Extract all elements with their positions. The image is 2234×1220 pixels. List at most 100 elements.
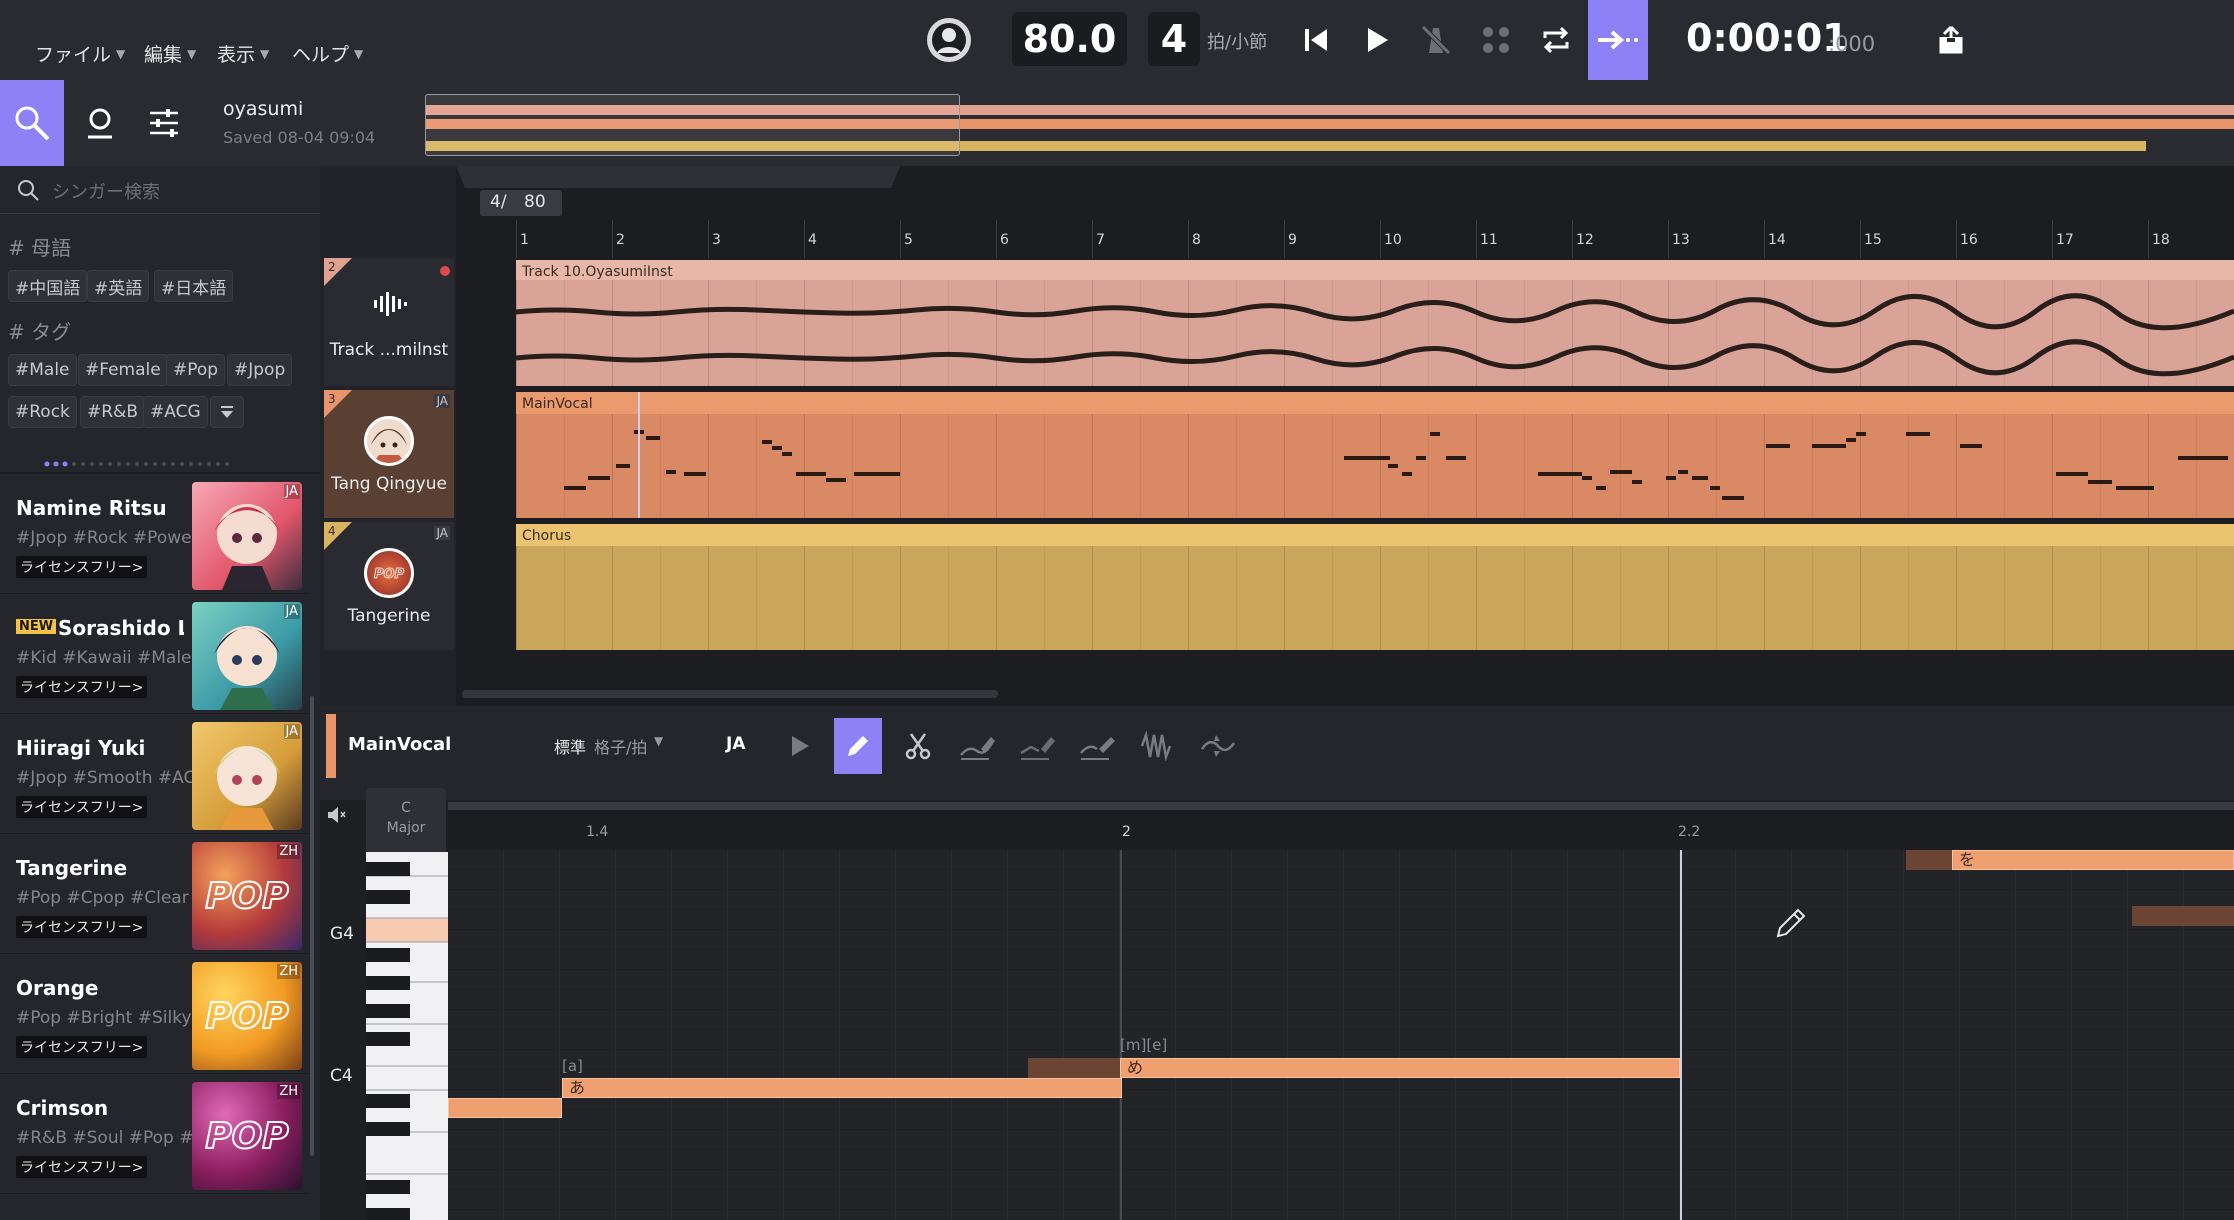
note-grid[interactable]: [a] あ [m][e] め を [448,850,2234,1220]
note-prev-body[interactable] [448,1098,562,1118]
bar-number: 14 [1768,232,1786,248]
metronome-off-icon [1421,25,1451,55]
license-link[interactable]: ライセンスフリー> [16,916,148,938]
metronome-avatar-button[interactable] [923,14,975,66]
mixer-tab[interactable] [132,80,196,166]
menu-view[interactable]: 表示 ▼ [217,40,269,67]
beats-display[interactable]: 4 [1148,12,1200,66]
snap-button[interactable] [1470,14,1522,66]
tag-acg[interactable]: #ACG [143,396,208,428]
pitch-smooth-tool[interactable] [1194,718,1242,774]
time-display: 0:00:01 [1686,16,1849,60]
singer-list-scrollbar[interactable] [310,696,314,1156]
export-button[interactable] [1925,14,1977,66]
note-a[interactable]: あ [562,1078,1122,1098]
tag-male[interactable]: #Male [8,354,77,386]
track-header-chorus[interactable]: 4 JA POP Tangerine [324,522,454,650]
singer-card-orange[interactable]: Orange #Pop #Bright #Silky ライセンスフリー> POP… [0,954,310,1074]
grid-dropdown-caret[interactable]: ▼ [654,734,663,748]
singer-tags: #R&B #Soul #Pop #r [16,1128,192,1148]
tag-rnb[interactable]: #R&B [80,396,145,428]
clip-grid-line [1956,280,1957,386]
clip-chorus[interactable]: Chorus [516,524,2234,650]
piano-keyboard[interactable] [366,852,448,1220]
tempo-display[interactable]: 80.0 [1012,12,1127,66]
tag-japanese[interactable]: #日本語 [154,270,234,302]
overview-bar[interactable] [420,80,2234,166]
clip-grid-line [1764,546,1765,650]
clip-grid-line [1908,546,1909,650]
tag-chinese[interactable]: #中国語 [8,270,88,302]
timeline-ruler[interactable]: 4/ 80 1 2 3 4 5 6 7 8 9 10 11 12 13 14 15 16 17 18 [456,166,2234,258]
follow-playhead-button[interactable] [1588,0,1648,80]
tag-female[interactable]: #Female [78,354,168,386]
clip-vocal[interactable]: MainVocal [516,392,2234,518]
pitch-label-g4: G4 [330,924,354,944]
metronome-button[interactable] [1410,14,1462,66]
lyric-lang-select[interactable]: JA [726,734,745,754]
license-link[interactable]: ライセンスフリー> [16,796,148,818]
grid-mode-select[interactable]: 標準 [554,734,586,758]
clip-grid-line [708,280,709,386]
singer-card-tangerine[interactable]: Tangerine #Pop #Cpop #Clear ライセンスフリー> PO… [0,834,310,954]
singer-search[interactable]: シンガー検索 [0,166,320,214]
piano-roll[interactable]: C Major 1.4 2 2.2 G4 C4 [a] あ [m][e] め を [320,786,2234,1220]
project-name: oyasumi [223,98,304,120]
license-link[interactable]: ライセンスフリー> [16,1156,148,1178]
singer-card-hiiragi-yuki[interactable]: Hiiragi Yuki #Jpop #Smooth #AC ライセンスフリー>… [0,714,310,834]
scissors-tool[interactable] [894,718,942,774]
tag-english[interactable]: #英語 [87,270,150,302]
tag-pop[interactable]: #Pop [166,354,226,386]
clip-grid-line [564,546,565,650]
singer-card-crimson[interactable]: Crimson #R&B #Soul #Pop #r ライセンスフリー> POP… [0,1074,310,1194]
expand-tags-button[interactable] [210,396,244,428]
singer-profile-tab[interactable] [68,80,132,166]
license-link[interactable]: ライセンスフリー> [16,676,148,698]
language-badge: JA [283,604,300,619]
clip-audio[interactable]: Track 10.OyasumiInst [516,260,2234,386]
key-selector[interactable]: C Major [366,788,446,858]
note-me[interactable]: め [1120,1058,1680,1078]
select-tool[interactable] [776,718,824,774]
track-header-audio[interactable]: 2 Track ...milnst [324,258,454,386]
bar-tick [1572,220,1573,258]
pitch-erase-tool[interactable] [1074,718,1122,774]
pitch-draw-tool[interactable] [954,718,1002,774]
ruler-loop-region[interactable] [456,166,900,188]
rewind-button[interactable] [1290,14,1342,66]
grid-unit-select[interactable]: 格子/拍 [594,734,647,758]
chevron-down-icon [221,406,233,418]
tag-rock[interactable]: #Rock [8,396,77,428]
pitch-line-tool[interactable] [1014,718,1062,774]
tag-jpop[interactable]: #Jpop [227,354,293,386]
pianoroll-h-scrollbar[interactable] [448,802,2234,810]
clip-grid-line [1332,546,1333,650]
singer-card-namine-ritsu[interactable]: Namine Ritsu #Jpop #Rock #Powe ライセンスフリー>… [0,474,310,594]
menu-file[interactable]: ファイル ▼ [35,40,125,67]
note-wo[interactable]: を [1952,850,2234,870]
license-link[interactable]: ライセンスフリー> [16,556,148,578]
pianoroll-ruler[interactable]: 1.4 2 2.2 [448,810,2234,848]
clip-grid-line [1140,280,1141,386]
playhead[interactable] [638,392,640,518]
play-button[interactable] [1350,14,1402,66]
page-dots[interactable] [44,452,244,467]
mute-preview-button[interactable] [326,804,350,828]
clip-grid-line [2196,280,2197,386]
loop-button[interactable] [1530,14,1582,66]
pencil-tool[interactable] [834,718,882,774]
license-link[interactable]: ライセンスフリー> [16,1036,148,1058]
arrangement-timeline[interactable]: 4/ 80 1 2 3 4 5 6 7 8 9 10 11 12 13 14 15 16 17 18 Track … [456,166,2234,706]
track-header-vocal[interactable]: 3 JA Tang Qingyue [324,390,454,518]
overview-viewport[interactable] [425,94,960,156]
vibrato-tool[interactable] [1134,718,1182,774]
menu-help[interactable]: ヘルプ ▼ [292,40,363,67]
record-indicator[interactable] [440,266,450,276]
singer-library-tab[interactable] [0,80,64,166]
singer-card-sorashido[interactable]: NEW Sorashido Lo #Kid #Kawaii #Male ライセン… [0,594,310,714]
clip-grid-line [2148,546,2149,650]
clip-grid-line [516,280,517,386]
menu-edit[interactable]: 編集 ▼ [144,40,196,67]
singer-avatar: POP ZH [192,962,302,1070]
timeline-h-scrollbar[interactable] [462,690,998,698]
